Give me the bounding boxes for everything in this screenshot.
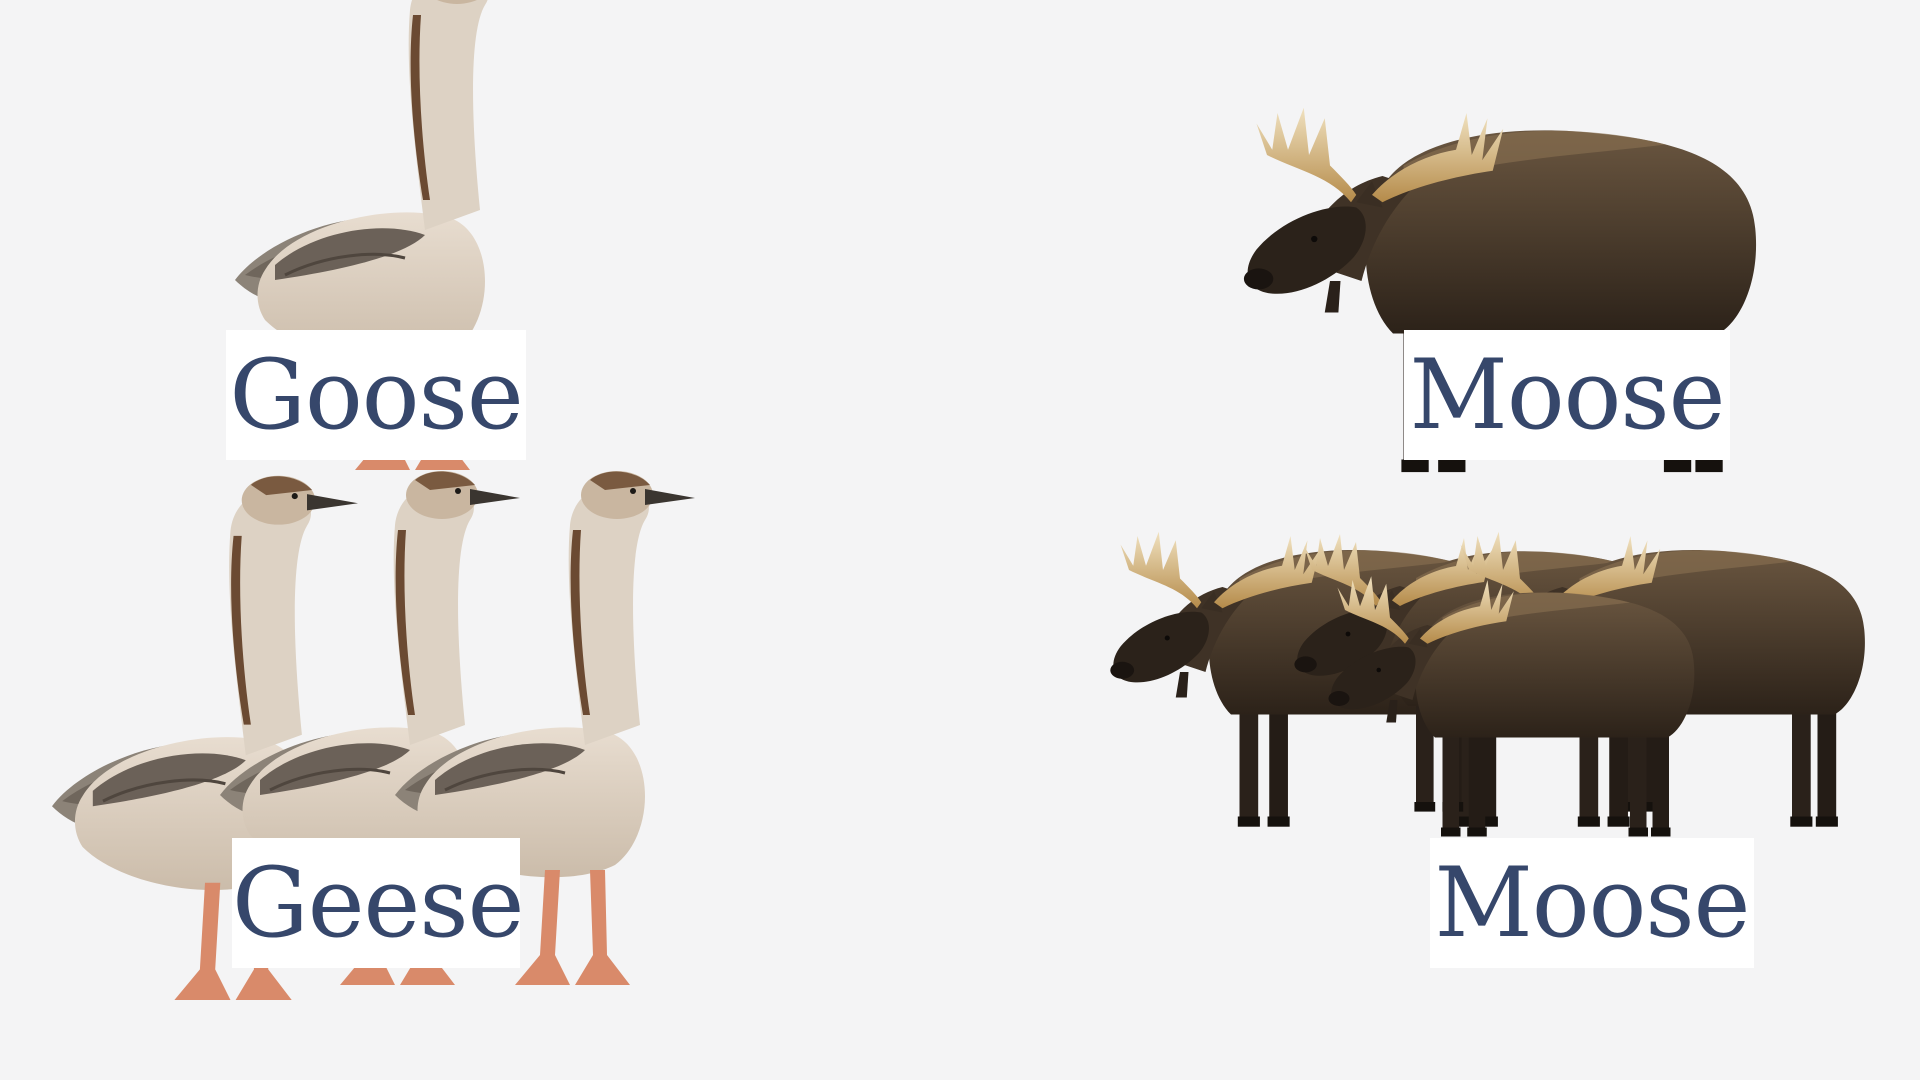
label-moose-single: Moose [1404, 330, 1730, 460]
label-goose: Goose [226, 330, 526, 460]
moose-herd-illustration [1110, 531, 1865, 837]
label-moose-plural: Moose [1430, 838, 1754, 968]
label-geese: Geese [232, 838, 524, 968]
slide-canvas: Goose Moose Geese Moose [0, 0, 1920, 1080]
